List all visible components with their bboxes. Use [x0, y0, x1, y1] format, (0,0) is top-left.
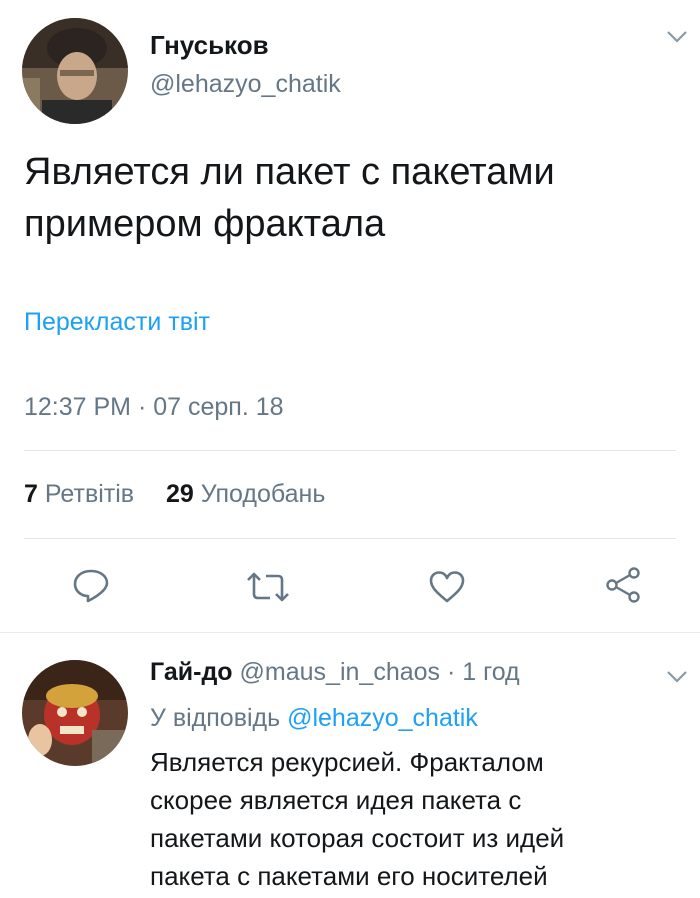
divider: [24, 538, 676, 539]
like-label[interactable]: Уподобань: [201, 480, 326, 508]
reply-author-name[interactable]: Гай-до: [150, 658, 233, 686]
reply-text-line: пакета с пакетами его носителей: [150, 861, 548, 891]
translate-tweet-link[interactable]: Перекласти твіт: [24, 308, 210, 337]
chevron-down-icon[interactable]: [666, 670, 688, 689]
like-count[interactable]: 29: [166, 480, 194, 508]
replying-to: У відповідь @lehazyo_chatik: [150, 704, 478, 733]
reply-author-avatar[interactable]: [22, 660, 128, 766]
divider: [24, 450, 676, 451]
reply-text-line: скорее является идея пакета с: [150, 785, 522, 815]
share-icon[interactable]: [604, 566, 642, 604]
retweet-count[interactable]: 7: [24, 480, 38, 508]
author-handle[interactable]: @lehazyo_chatik: [150, 70, 341, 99]
retweet-icon[interactable]: [246, 570, 290, 604]
tweet-text-line: примером фрактала: [24, 203, 386, 245]
chevron-down-icon[interactable]: [666, 30, 688, 49]
reply-header: Гай-до @maus_in_chaos · 1 год: [150, 658, 520, 687]
reply-author-handle[interactable]: @maus_in_chaos: [240, 658, 441, 686]
reply-icon[interactable]: [72, 568, 110, 604]
author-avatar[interactable]: [22, 18, 128, 124]
tweet-stats: 7 Ретвітів 29 Уподобань: [24, 480, 325, 509]
reply-text-line: пакетами которая состоит из идей: [150, 823, 565, 853]
tweet-timestamp: 12:37 PM · 07 серп. 18: [24, 393, 284, 421]
heart-icon[interactable]: [428, 570, 466, 604]
divider: [0, 632, 700, 633]
author-name[interactable]: Гнуськов: [150, 30, 269, 61]
replying-to-handle[interactable]: @lehazyo_chatik: [287, 704, 478, 732]
reply-text-line: Является рекурсией. Фракталом: [150, 747, 544, 777]
reply-time: · 1 год: [447, 658, 520, 686]
tweet-text-line: Является ли пакет с пакетами: [24, 151, 555, 193]
retweet-label[interactable]: Ретвітів: [45, 480, 134, 508]
replying-prefix: У відповідь: [150, 704, 281, 732]
